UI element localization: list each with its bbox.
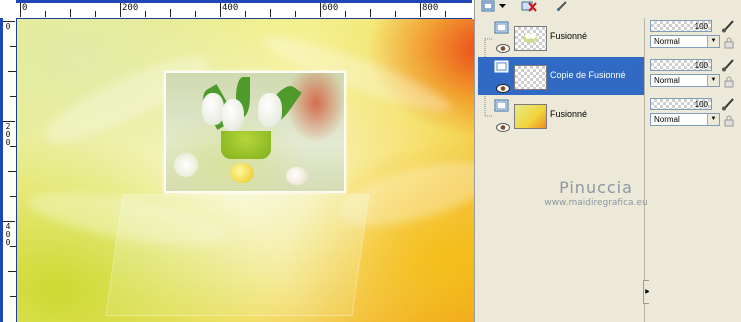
blend-mode-select[interactable]: Normal ▼: [650, 35, 720, 48]
lock-icon[interactable]: [723, 114, 735, 127]
eye-icon[interactable]: [496, 80, 510, 93]
egg: [230, 163, 254, 183]
reflection-overlay: [105, 194, 370, 316]
layer-thumbnail: [514, 65, 547, 90]
egg: [286, 167, 308, 185]
layer-row[interactable]: Fusionné: [478, 96, 644, 134]
new-layer-icon[interactable]: [480, 0, 496, 12]
opacity-field[interactable]: 100: [650, 98, 712, 110]
eye-icon[interactable]: [496, 40, 510, 53]
layer-properties: 100 Normal ▼ 100 Normal ▼ 100 Normal ▼: [649, 18, 741, 322]
layer-props-row: 100 Normal ▼: [649, 96, 741, 134]
dropdown-arrow-icon[interactable]: [498, 0, 506, 12]
layers-toolbar: [475, 0, 741, 14]
ruler-corner: [0, 0, 17, 19]
layer-row-selected[interactable]: Copie de Fusionné: [478, 57, 644, 95]
layer-props-row: 100 Normal ▼: [649, 57, 741, 95]
tulip: [222, 99, 244, 131]
daisy: [174, 153, 198, 177]
ruler-label: 400: [222, 3, 239, 13]
layer-type-icon: [494, 60, 510, 74]
green-pot: [221, 131, 271, 159]
layer-name[interactable]: Fusionné: [550, 31, 587, 41]
delete-layer-icon[interactable]: [520, 0, 538, 12]
opacity-field[interactable]: 100: [650, 20, 712, 32]
brush-icon[interactable]: [720, 57, 736, 73]
layer-thumbnail: [514, 104, 547, 129]
blend-mode-select[interactable]: Normal ▼: [650, 74, 720, 87]
ruler-label: 800: [422, 3, 439, 13]
canvas-image[interactable]: [17, 19, 474, 322]
layer-props-row: 100 Normal ▼: [649, 18, 741, 56]
blend-mode-value: Normal: [654, 115, 680, 124]
ruler-label: 0: [5, 22, 11, 31]
tulip: [258, 93, 282, 127]
layer-type-icon: [494, 99, 510, 113]
tulip-photo-frame: [164, 71, 346, 193]
layer-name[interactable]: Fusionné: [550, 109, 587, 119]
lock-icon[interactable]: [723, 36, 735, 49]
layers-palette: Fusionné Copie de Fusionné Fusionné Pinu: [475, 0, 741, 322]
opacity-field[interactable]: 100: [650, 59, 712, 71]
ruler-label: 400: [5, 222, 11, 247]
image-canvas-window: 0 200 400 600 800 0 200 400: [0, 0, 475, 322]
layer-type-icon: [494, 21, 510, 35]
brush-icon[interactable]: [720, 18, 736, 34]
ruler-label: 600: [322, 3, 339, 13]
tulip: [202, 93, 224, 125]
edit-icon[interactable]: [555, 0, 569, 12]
chevron-down-icon[interactable]: ▼: [707, 75, 719, 86]
blend-mode-value: Normal: [654, 37, 680, 46]
layer-thumbnail: [514, 26, 547, 51]
chevron-down-icon[interactable]: ▼: [707, 36, 719, 47]
ruler-vertical: 0 200 400: [0, 18, 17, 322]
eye-icon[interactable]: [496, 119, 510, 132]
blend-mode-value: Normal: [654, 76, 680, 85]
layer-name[interactable]: Copie de Fusionné: [550, 70, 626, 80]
ruler-label: 0: [22, 3, 28, 13]
ruler-label: 200: [5, 122, 11, 147]
ruler-horizontal: 0 200 400 600 800: [16, 0, 472, 19]
layer-row[interactable]: Fusionné: [478, 18, 644, 56]
ruler-label: 200: [122, 3, 139, 13]
lock-icon[interactable]: [723, 75, 735, 88]
layer-list: Fusionné Copie de Fusionné Fusionné Pinu: [478, 18, 652, 322]
brush-icon[interactable]: [720, 96, 736, 112]
chevron-down-icon[interactable]: ▼: [707, 114, 719, 125]
blend-mode-select[interactable]: Normal ▼: [650, 113, 720, 126]
